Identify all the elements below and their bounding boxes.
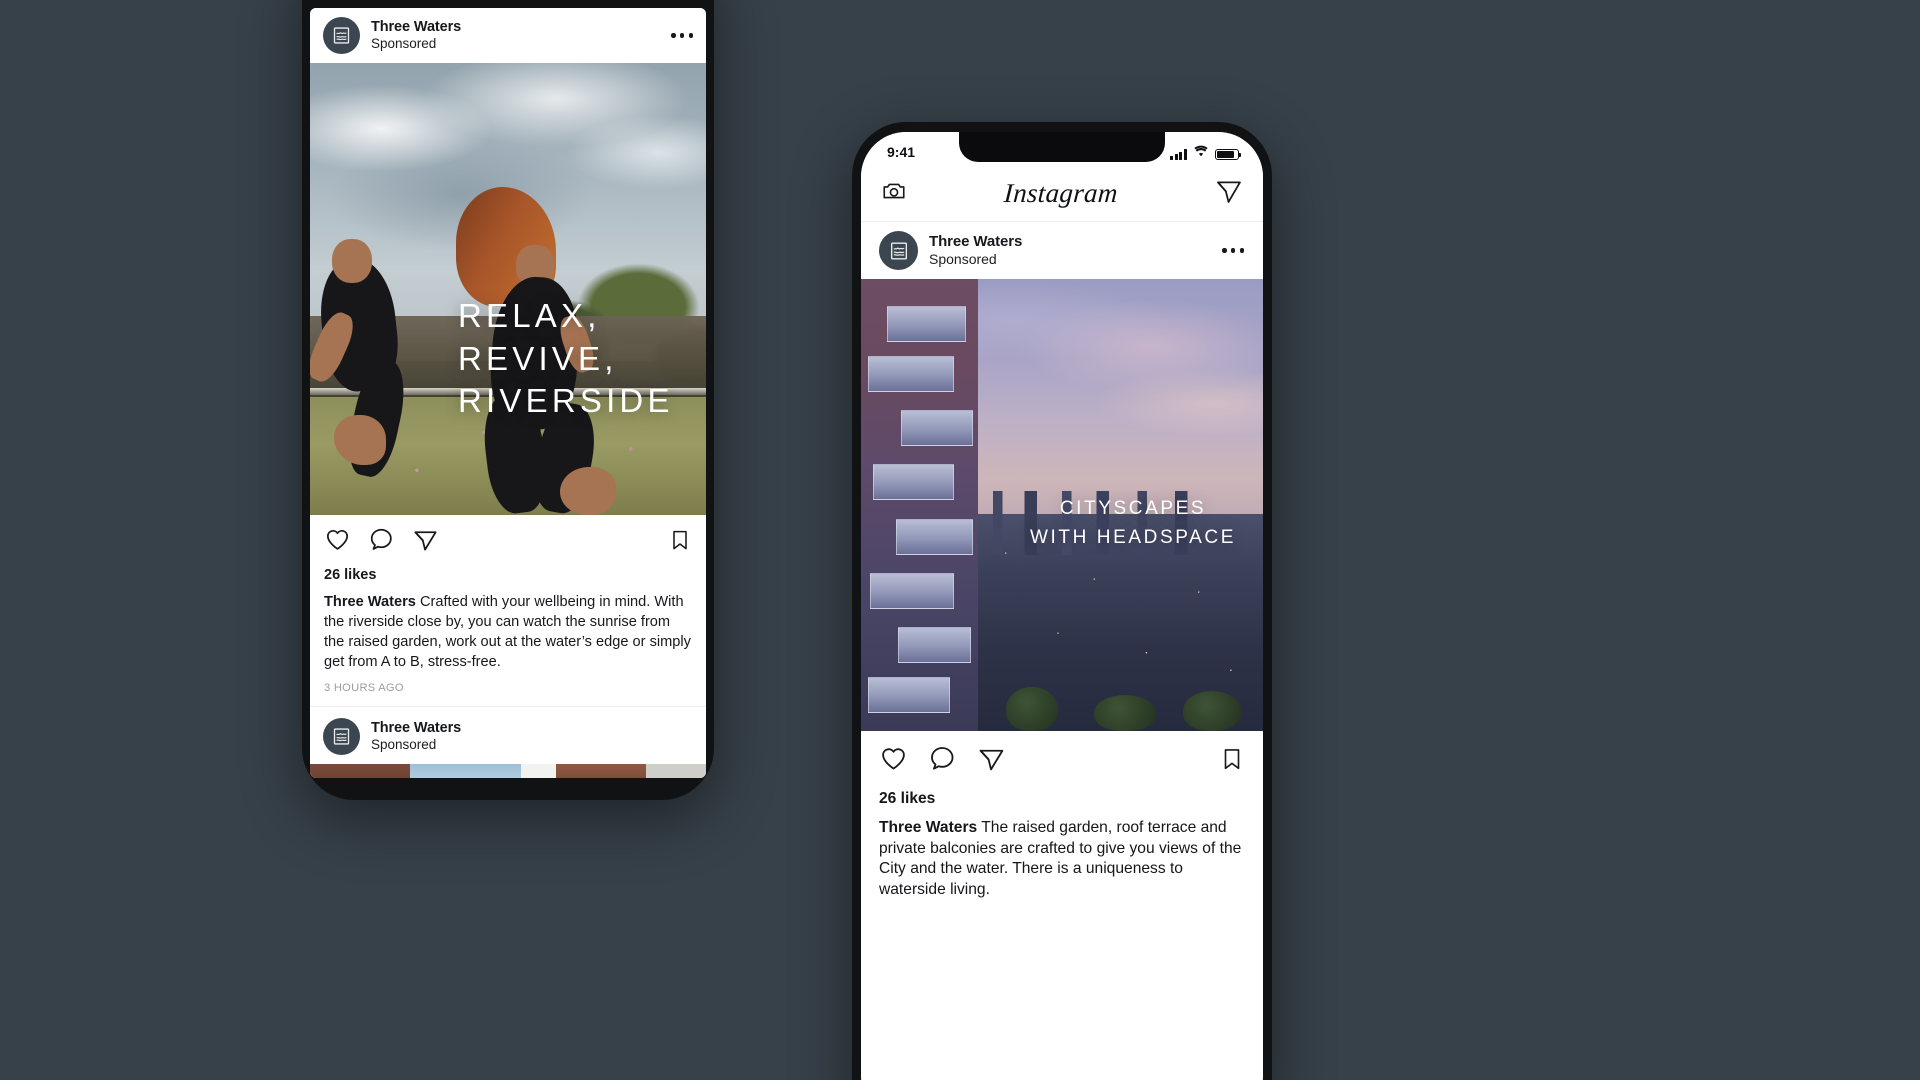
heart-icon[interactable] bbox=[324, 526, 351, 558]
runner-female-thigh bbox=[560, 467, 616, 515]
app-bar: Instagram bbox=[861, 170, 1263, 222]
sponsored-label: Sponsored bbox=[929, 251, 997, 268]
peek-slice bbox=[410, 763, 521, 778]
balcony bbox=[898, 627, 971, 664]
post-action-bar bbox=[310, 515, 706, 565]
media-overlay-headline: CITYSCAPES WITH HEADSPACE bbox=[1029, 498, 1236, 548]
like-count[interactable]: 26 likes bbox=[861, 786, 1263, 808]
primary-actions bbox=[324, 526, 439, 558]
balcony bbox=[867, 355, 955, 392]
right-phone-mockup: 9:41 Instagram Three Waters Sponsored CI… bbox=[852, 122, 1272, 1080]
sponsored-label: Sponsored bbox=[371, 737, 437, 753]
phone-notch bbox=[959, 132, 1165, 162]
post-header[interactable]: Three Waters Sponsored bbox=[861, 222, 1263, 279]
post-header[interactable]: Three Waters Sponsored bbox=[310, 8, 706, 63]
status-indicators bbox=[1170, 144, 1242, 160]
tree bbox=[1094, 695, 1157, 731]
comment-bubble-icon[interactable] bbox=[928, 744, 957, 778]
peek-slice bbox=[645, 763, 706, 778]
next-post-header[interactable]: Three Waters Sponsored bbox=[310, 705, 706, 764]
account-name[interactable]: Three Waters bbox=[371, 19, 670, 36]
peek-slice bbox=[310, 763, 411, 778]
paper-plane-icon[interactable] bbox=[1215, 177, 1243, 210]
media-overlay-headline: RELAX, REVIVE, RIVERSIDE bbox=[458, 297, 674, 420]
camera-icon[interactable] bbox=[881, 178, 907, 209]
battery-icon bbox=[1215, 148, 1242, 160]
like-count[interactable]: 26 likes bbox=[310, 565, 706, 583]
peek-slice bbox=[520, 763, 556, 778]
residential-tower bbox=[861, 279, 978, 731]
post-caption: Three Waters The raised garden, roof ter… bbox=[861, 808, 1263, 901]
wifi-icon bbox=[1193, 144, 1209, 160]
runner-male-head bbox=[332, 239, 372, 283]
caption-author[interactable]: Three Waters bbox=[879, 819, 977, 836]
balcony bbox=[872, 464, 955, 501]
bookmark-icon[interactable] bbox=[1219, 746, 1245, 777]
left-phone-screen: Three Waters Sponsored RELAX, REVIVE, RI… bbox=[310, 8, 706, 778]
balcony bbox=[895, 518, 973, 555]
balcony bbox=[900, 410, 973, 447]
heart-icon[interactable] bbox=[879, 744, 908, 778]
paper-plane-icon[interactable] bbox=[412, 526, 439, 558]
sponsored-label: Sponsored bbox=[371, 36, 437, 52]
status-time: 9:41 bbox=[887, 144, 916, 160]
post-action-bar bbox=[861, 731, 1263, 786]
ellipsis-icon[interactable] bbox=[670, 26, 694, 46]
post-header-text: Three Waters Sponsored bbox=[371, 19, 670, 52]
water-waves-logo-icon bbox=[331, 25, 352, 46]
balcony bbox=[886, 306, 966, 343]
paper-plane-icon[interactable] bbox=[977, 744, 1006, 778]
water-waves-logo-icon bbox=[888, 240, 910, 262]
ellipsis-icon[interactable] bbox=[1221, 241, 1245, 261]
right-phone-screen: 9:41 Instagram Three Waters Sponsored CI… bbox=[861, 132, 1263, 1080]
tree bbox=[1005, 687, 1058, 731]
next-post-image-peek[interactable] bbox=[310, 763, 706, 778]
avatar[interactable] bbox=[879, 231, 918, 270]
cellular-signal-icon bbox=[1170, 149, 1187, 160]
primary-actions bbox=[879, 744, 1006, 778]
instagram-wordmark: Instagram bbox=[1003, 178, 1119, 208]
water-waves-logo-icon bbox=[331, 726, 352, 747]
balcony bbox=[867, 676, 950, 713]
post-image[interactable]: RELAX, REVIVE, RIVERSIDE bbox=[310, 63, 706, 515]
account-name[interactable]: Three Waters bbox=[929, 233, 1221, 251]
avatar[interactable] bbox=[323, 717, 360, 755]
post-image[interactable]: CITYSCAPES WITH HEADSPACE bbox=[861, 279, 1263, 731]
comment-bubble-icon[interactable] bbox=[368, 526, 395, 558]
post-caption: Three Waters Crafted with your wellbeing… bbox=[310, 583, 706, 673]
avatar[interactable] bbox=[323, 17, 360, 54]
bookmark-icon[interactable] bbox=[668, 528, 692, 557]
peek-slice bbox=[555, 763, 646, 778]
caption-author[interactable]: Three Waters bbox=[324, 594, 416, 610]
account-name[interactable]: Three Waters bbox=[371, 720, 694, 737]
balcony bbox=[870, 572, 955, 609]
tree bbox=[1182, 691, 1241, 731]
left-phone-mockup: Three Waters Sponsored RELAX, REVIVE, RI… bbox=[302, 0, 714, 800]
next-post-header-text: Three Waters Sponsored bbox=[371, 720, 694, 753]
post-header-text: Three Waters Sponsored bbox=[929, 233, 1221, 267]
post-timestamp: 3 HOURS AGO bbox=[310, 672, 706, 706]
